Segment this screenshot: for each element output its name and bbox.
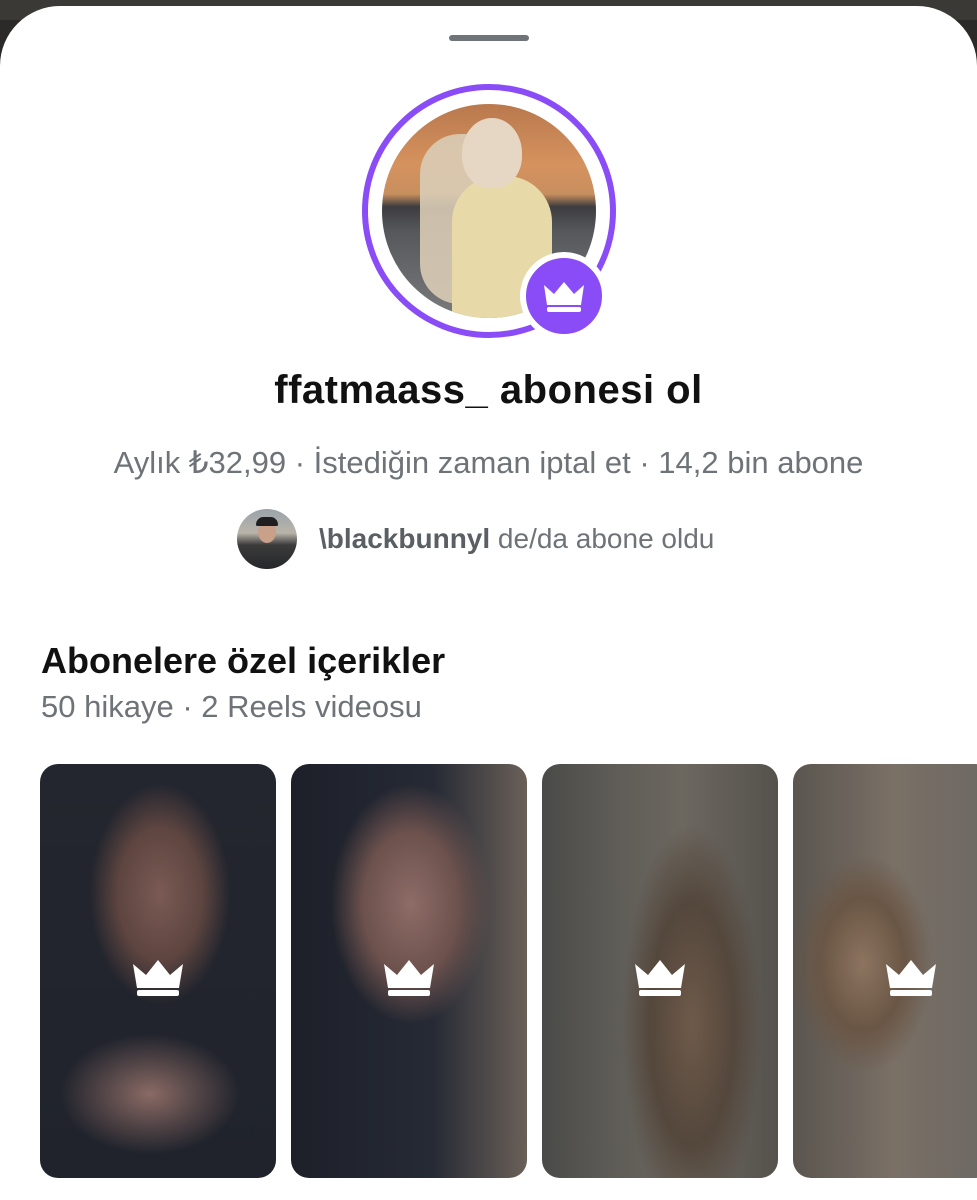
subscriber-suffix: de/da abone oldu xyxy=(490,523,715,554)
crown-icon xyxy=(886,960,936,996)
mutual-subscriber-row[interactable]: \blackbunnyl de/da abone oldu xyxy=(237,509,714,569)
subscription-details: Aylık ₺32,99 · İstediğin zaman iptal et … xyxy=(113,445,864,480)
profile-avatar[interactable] xyxy=(362,84,616,340)
exclusive-thumbnail[interactable] xyxy=(542,764,778,1178)
crown-badge-icon xyxy=(520,252,608,340)
exclusive-thumbnail[interactable] xyxy=(793,764,977,1178)
sheet-drag-handle[interactable] xyxy=(449,35,529,41)
exclusive-content-counts: 50 hikaye · 2 Reels videosu xyxy=(41,689,422,724)
exclusive-thumbnail[interactable] xyxy=(291,764,527,1178)
subscriber-avatar xyxy=(237,509,297,569)
subscriber-username: \blackbunnyl xyxy=(319,523,491,554)
subscriber-text: \blackbunnyl de/da abone oldu xyxy=(319,523,714,555)
subscription-sheet: ffatmaass_ abonesi ol Aylık ₺32,99 · İst… xyxy=(0,6,977,1200)
exclusive-content-title: Abonelere özel içerikler xyxy=(41,640,446,681)
crown-icon xyxy=(635,960,685,996)
crown-icon xyxy=(384,960,434,996)
crown-icon xyxy=(133,960,183,996)
exclusive-thumbnail[interactable] xyxy=(40,764,276,1178)
subscribe-title: ffatmaass_ abonesi ol xyxy=(274,368,703,412)
